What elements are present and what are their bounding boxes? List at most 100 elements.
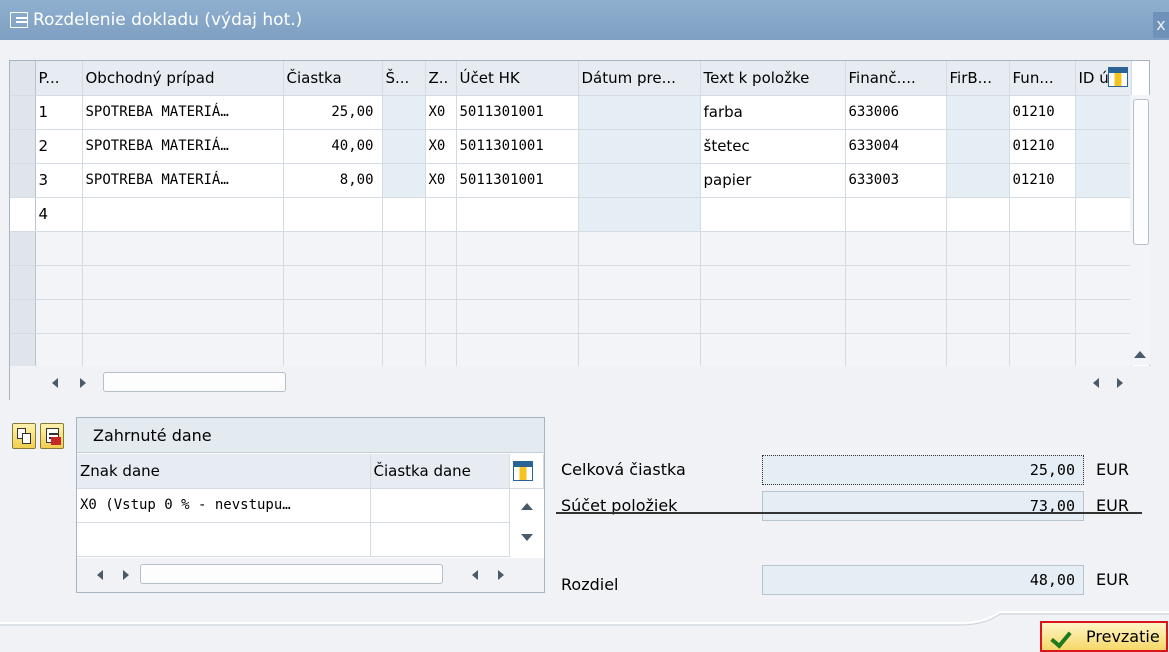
scroll-left-arrow-icon[interactable]	[52, 378, 58, 388]
cell-item-text[interactable]: papier	[700, 163, 846, 198]
cell-date[interactable]	[578, 129, 701, 164]
scroll-right-arrow-icon[interactable]	[498, 570, 504, 580]
cell-fun[interactable]: 01210	[1009, 95, 1076, 130]
col-header-tax-code[interactable]: Z..	[425, 61, 457, 96]
cell-amount[interactable]	[283, 197, 383, 232]
row-selector[interactable]	[10, 197, 36, 232]
col-header-tax-amount[interactable]: Čiastka dane	[370, 454, 511, 489]
details-button[interactable]	[40, 423, 64, 449]
col-header-id[interactable]: ID ú..	[1075, 61, 1132, 96]
col-header-fun[interactable]: Fun...	[1009, 61, 1076, 96]
cell-s[interactable]	[382, 197, 426, 232]
row-selector[interactable]	[10, 231, 36, 266]
row-selector[interactable]	[10, 95, 36, 130]
cell-gl-account[interactable]: 5011301001	[456, 129, 579, 164]
grid-vertical-scrollbar[interactable]	[1130, 95, 1150, 385]
scroll-left-arrow-icon[interactable]	[97, 570, 103, 580]
cell-transaction[interactable]: SPOTREBA MATERIÁ…	[82, 129, 284, 164]
col-header-amount[interactable]: Čiastka	[283, 61, 383, 96]
cell-firb[interactable]	[946, 163, 1010, 198]
cell-firb[interactable]	[946, 95, 1010, 130]
row-selector[interactable]	[10, 333, 36, 368]
scroll-left-arrow-icon[interactable]	[1093, 378, 1099, 388]
scroll-up-arrow-icon[interactable]	[521, 503, 533, 510]
cell-amount[interactable]: 40,00	[283, 129, 383, 164]
cell-id[interactable]	[1075, 129, 1132, 164]
cell-financial[interactable]	[845, 197, 947, 232]
cell-date[interactable]	[578, 197, 701, 232]
row-selector[interactable]	[10, 299, 36, 334]
row-selector[interactable]	[10, 129, 36, 164]
cell-transaction[interactable]: SPOTREBA MATERIÁ…	[82, 95, 284, 130]
col-header-financial[interactable]: Finanč....	[845, 61, 947, 96]
cell-tax-code[interactable]: X0	[425, 95, 457, 130]
tax-column-settings[interactable]	[509, 454, 544, 489]
cell-date[interactable]	[578, 163, 701, 198]
cell-gl-account[interactable]: 5011301001	[456, 163, 579, 198]
table-row[interactable]: 2 SPOTREBA MATERIÁ… 40,00 X0 5011301001 …	[10, 129, 1132, 164]
column-settings-icon[interactable]	[1108, 67, 1128, 87]
scroll-left-arrow-icon[interactable]	[472, 570, 478, 580]
cell-id[interactable]	[1075, 95, 1132, 130]
cell-s[interactable]	[382, 129, 426, 164]
grid-vscroll-thumb[interactable]	[1133, 99, 1149, 245]
cell-amount[interactable]: 25,00	[283, 95, 383, 130]
cell-financial[interactable]: 633003	[845, 163, 947, 198]
accept-button[interactable]: Prevzatie	[1040, 621, 1168, 652]
total-amount-field[interactable]: 25,00	[762, 455, 1084, 485]
cell-position[interactable]: 1	[35, 95, 83, 130]
col-header-position[interactable]: P...	[35, 61, 83, 96]
table-row[interactable]: 3 SPOTREBA MATERIÁ… 8,00 X0 5011301001 p…	[10, 163, 1132, 198]
cell-amount[interactable]: 8,00	[283, 163, 383, 198]
scroll-right-arrow-icon[interactable]	[1117, 378, 1123, 388]
cell-tax-code[interactable]: X0 (Vstup 0 % - nevstupu…	[77, 488, 371, 523]
col-header-transaction[interactable]: Obchodný prípad	[82, 61, 284, 96]
cell-firb[interactable]	[946, 129, 1010, 164]
scroll-right-arrow-icon[interactable]	[80, 378, 86, 388]
cell-gl-account[interactable]: 5011301001	[456, 95, 579, 130]
cell-item-text[interactable]: štetec	[700, 129, 846, 164]
cell-transaction[interactable]	[82, 197, 284, 232]
grid-horizontal-scrollbar[interactable]	[10, 366, 1150, 400]
table-row[interactable]: 1 SPOTREBA MATERIÁ… 25,00 X0 5011301001 …	[10, 95, 1132, 130]
cell-fun[interactable]	[1009, 197, 1076, 232]
cell-transaction[interactable]: SPOTREBA MATERIÁ…	[82, 163, 284, 198]
table-row[interactable]: 4	[10, 197, 1132, 232]
cell-s[interactable]	[382, 163, 426, 198]
col-header-date[interactable]: Dátum pre...	[578, 61, 701, 96]
copy-button[interactable]	[12, 423, 36, 449]
cell-position[interactable]: 2	[35, 129, 83, 164]
close-icon[interactable]: x	[1153, 12, 1169, 38]
cell-position[interactable]: 4	[35, 197, 83, 232]
cell-fun[interactable]: 01210	[1009, 163, 1076, 198]
cell-tax-code[interactable]: X0	[425, 129, 457, 164]
cell-tax-code[interactable]	[425, 197, 457, 232]
scroll-right-arrow-icon[interactable]	[123, 570, 129, 580]
col-header-firb[interactable]: FirB...	[946, 61, 1010, 96]
cell-financial[interactable]: 633004	[845, 129, 947, 164]
cell-item-text[interactable]: farba	[700, 95, 846, 130]
col-header-gl-account[interactable]: Účet HK	[456, 61, 579, 96]
cell-item-text[interactable]	[700, 197, 846, 232]
col-header-tax-code[interactable]: Znak dane	[77, 454, 371, 489]
col-header-s[interactable]: Š...	[382, 61, 426, 96]
grid-hscroll-thumb[interactable]	[103, 372, 286, 392]
cell-position[interactable]: 3	[35, 163, 83, 198]
cell-gl-account[interactable]	[456, 197, 579, 232]
col-header-item-text[interactable]: Text k položke	[700, 61, 846, 96]
cell-date[interactable]	[578, 95, 701, 130]
select-all-cell[interactable]	[10, 61, 36, 96]
cell-s[interactable]	[382, 95, 426, 130]
scroll-down-arrow-icon[interactable]	[521, 534, 533, 541]
table-row[interactable]: X0 (Vstup 0 % - nevstupu…	[77, 488, 544, 523]
cell-financial[interactable]: 633006	[845, 95, 947, 130]
tax-hscroll-thumb[interactable]	[140, 564, 443, 584]
scroll-up-arrow-icon[interactable]	[1134, 351, 1146, 358]
row-selector[interactable]	[10, 163, 36, 198]
cell-tax-code[interactable]: X0	[425, 163, 457, 198]
tax-horizontal-scrollbar[interactable]	[77, 558, 544, 592]
cell-fun[interactable]: 01210	[1009, 129, 1076, 164]
cell-firb[interactable]	[946, 197, 1010, 232]
tax-vertical-scrollbar[interactable]	[510, 489, 544, 557]
cell-id[interactable]	[1075, 163, 1132, 198]
